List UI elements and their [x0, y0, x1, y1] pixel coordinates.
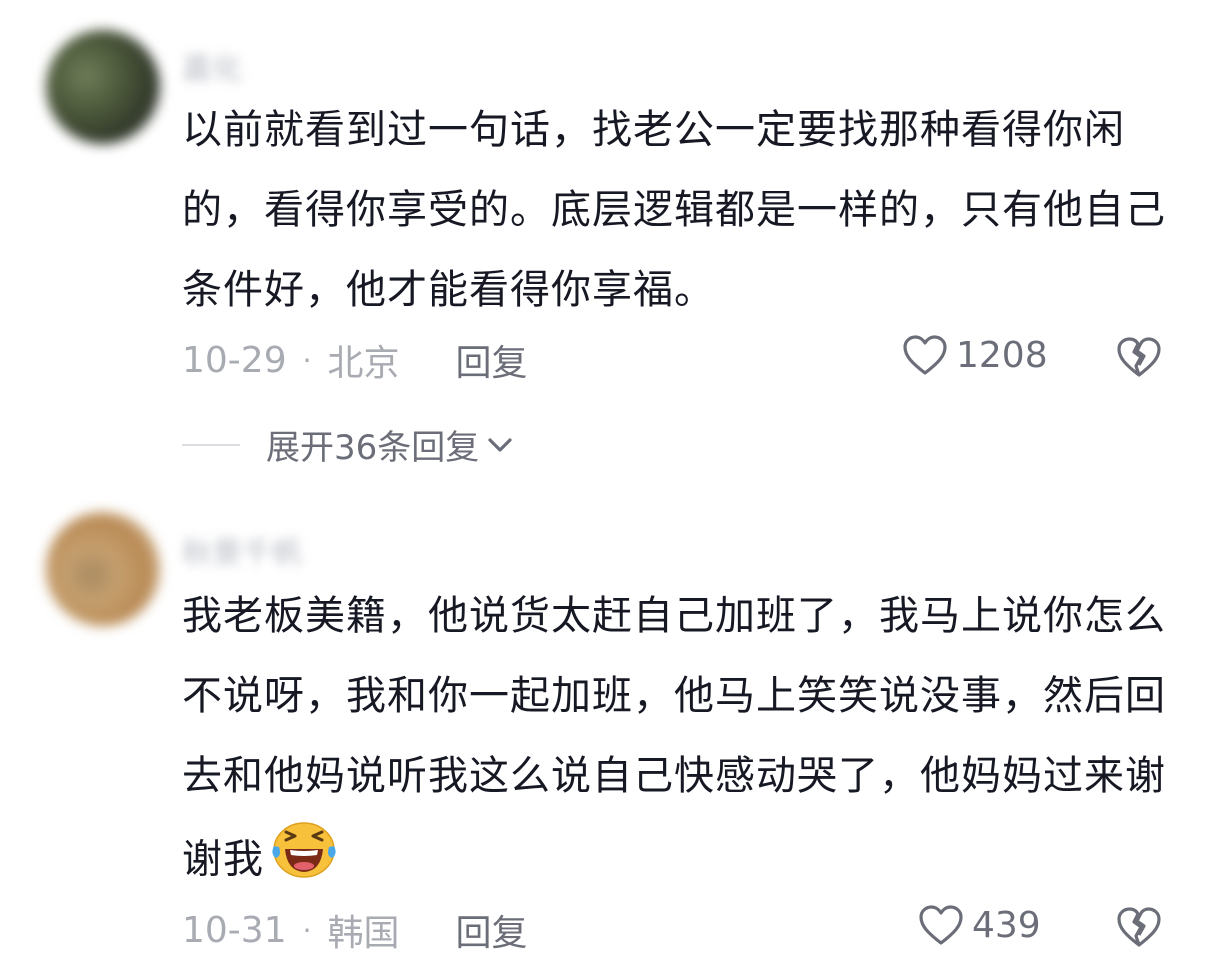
dislike-button[interactable]	[1116, 906, 1162, 952]
laughing-crying-emoji	[268, 816, 340, 907]
broken-heart-icon	[1117, 337, 1161, 377]
chevron-down-icon	[488, 437, 512, 452]
heart-icon	[903, 335, 947, 375]
expand-replies-button[interactable]: 展开36条回复	[182, 420, 515, 469]
meta-separator: ·	[302, 913, 312, 947]
avatar[interactable]	[46, 30, 160, 144]
comment-username[interactable]: 嘉化	[182, 44, 242, 88]
comment-location: 北京	[327, 343, 400, 384]
heart-icon	[919, 905, 963, 945]
reply-button[interactable]: 回复	[456, 904, 528, 956]
like-count: 439	[972, 904, 1041, 946]
comment-text: 我老板美籍，他说货太赶自己加班了，我马上说你怎么不说呀，我和你一起加班，他马上笑…	[182, 576, 1172, 907]
dislike-button[interactable]	[1116, 336, 1162, 382]
expand-replies-label: 展开36条回复	[266, 428, 480, 468]
comment-location: 韩国	[327, 913, 400, 954]
divider	[182, 443, 240, 446]
meta-separator: ·	[302, 343, 312, 377]
broken-heart-icon	[1117, 907, 1161, 947]
comment-username[interactable]: 秋景千帆	[182, 528, 302, 572]
comment-text: 以前就看到过一句话，找老公一定要找那种看得你闲的，看得你享受的。底层逻辑都是一样…	[182, 107, 1166, 313]
comment-meta: 10-29 · 北京 回复	[182, 334, 528, 386]
comment-meta: 10-31 · 韩国 回复	[182, 904, 528, 956]
like-count: 1208	[956, 334, 1048, 376]
comment-date: 10-29	[182, 339, 287, 381]
comment-date: 10-31	[182, 909, 287, 951]
like-button[interactable]: 439	[918, 904, 1041, 946]
avatar[interactable]	[46, 512, 160, 626]
reply-button[interactable]: 回复	[456, 334, 528, 386]
like-button[interactable]: 1208	[902, 334, 1048, 376]
